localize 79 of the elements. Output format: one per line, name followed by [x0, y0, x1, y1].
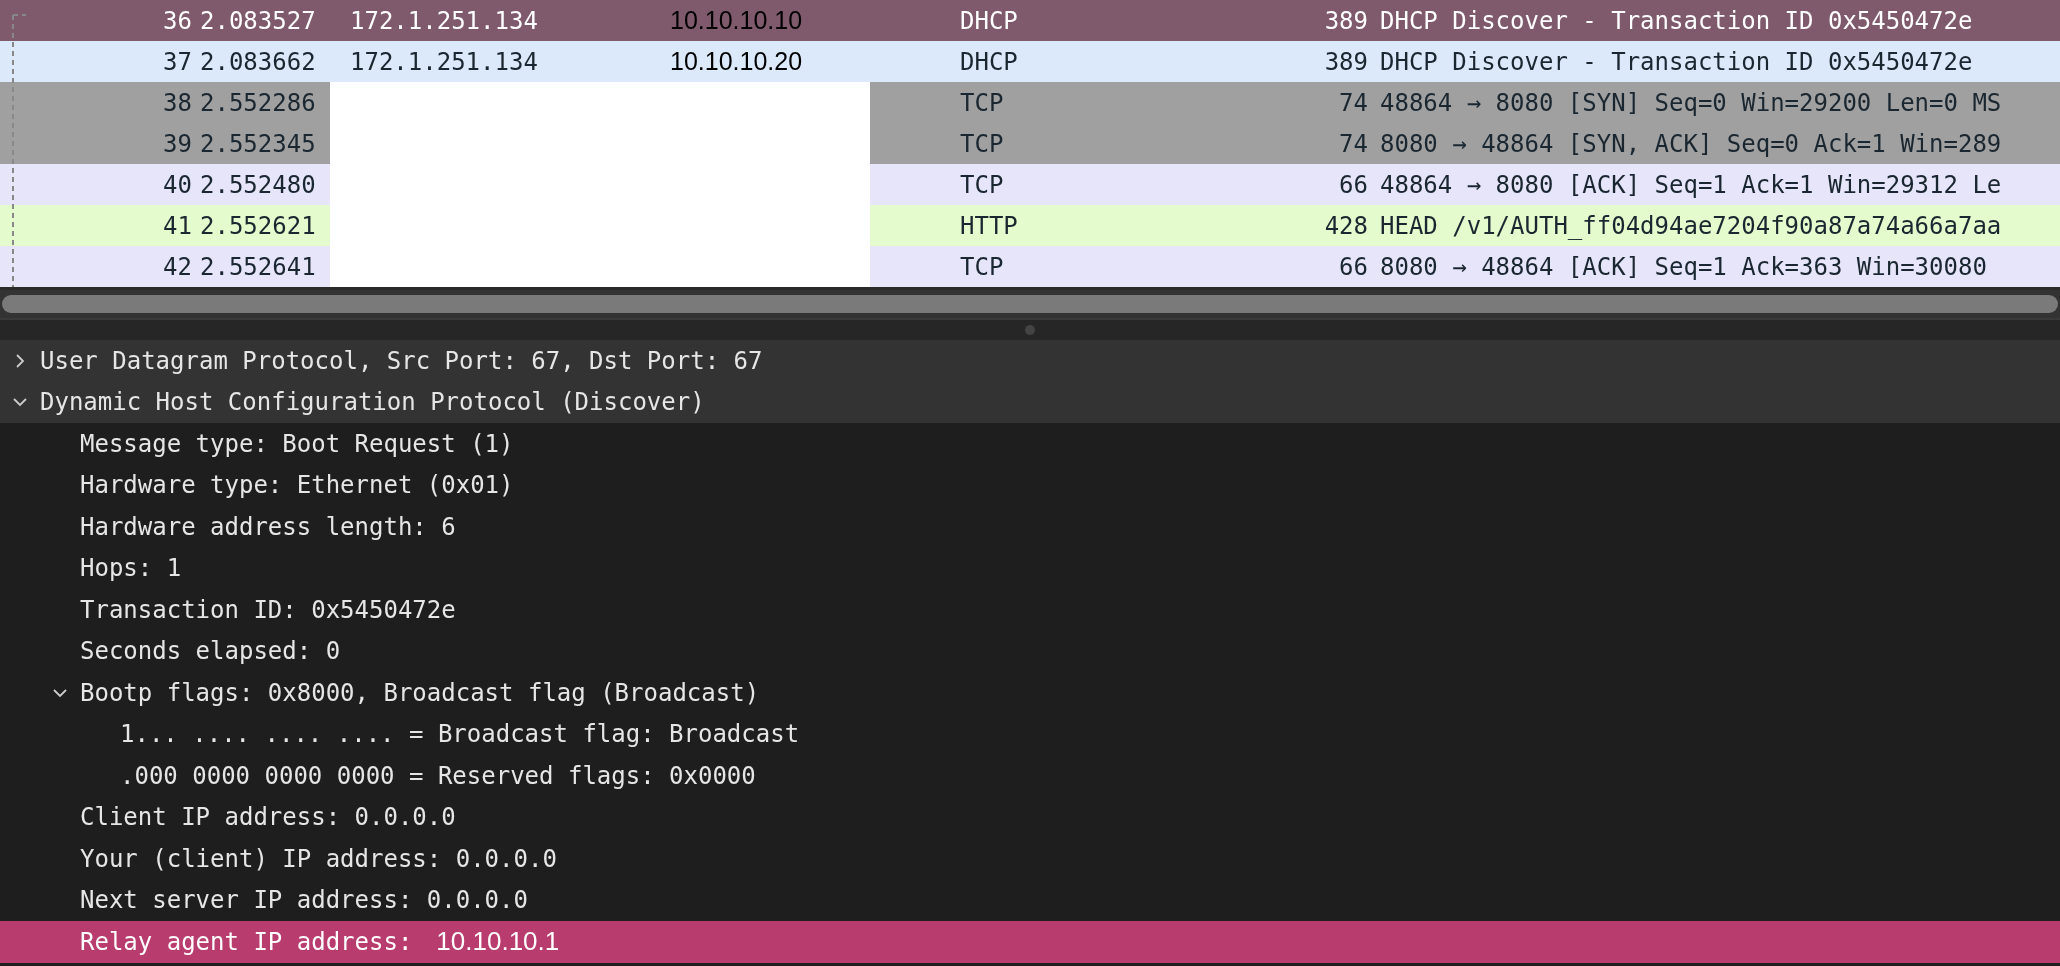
- detail-field: Relay agent IP address:: [80, 927, 413, 956]
- detail-field: Your (client) IP address: 0.0.0.0: [80, 844, 557, 873]
- detail-row[interactable]: Seconds elapsed: 0: [0, 630, 2060, 672]
- packet-length: 74: [1338, 88, 1369, 117]
- packet-row[interactable]: 36 2.083527 172.1.251.134 10.10.10.10 DHCP 389 DHCP Discover - Transaction ID 0x5450472e: [0, 0, 2060, 41]
- packet-length: 389: [1323, 6, 1369, 35]
- packet-protocol: TCP: [960, 170, 1005, 199]
- packet-number: 41: [162, 211, 193, 240]
- detail-value: 10.10.10.1: [436, 926, 560, 958]
- packet-info: 48864 → 8080 [ACK] Seq=1 Ack=1 Win=29312 Le: [1380, 170, 2003, 199]
- packet-time: 2.552480: [200, 170, 317, 199]
- detail-row[interactable]: Your (client) IP address: 0.0.0.0: [0, 838, 2060, 880]
- packet-destination: 10.10.10.10: [670, 6, 803, 34]
- packet-row[interactable]: 39 2.552345 TCP 74 8080 → 48864 [SYN, ACK] Seq=0 Ack=1 Win=289: [0, 123, 2060, 164]
- detail-field: User Datagram Protocol, Src Port: 67, Dst Port: 67: [40, 346, 763, 375]
- packet-length: 428: [1323, 211, 1369, 240]
- detail-field: .000 0000 0000 0000 = Reserved flags: 0x0000: [120, 761, 756, 790]
- packet-destination: 10.10.10.20: [670, 47, 803, 75]
- scrollbar-thumb[interactable]: [2, 295, 2058, 313]
- packet-info: 48864 → 8080 [SYN] Seq=0 Win=29200 Len=0 MS: [1380, 88, 2003, 117]
- detail-field: Message type: Boot Request (1): [80, 429, 514, 458]
- detail-field: Hardware address length: 6: [80, 512, 456, 541]
- detail-row[interactable]: Hardware address length: 6: [0, 506, 2060, 548]
- packet-protocol: TCP: [960, 129, 1005, 158]
- detail-field: Dynamic Host Configuration Protocol (Discover): [40, 388, 705, 417]
- detail-field: Hardware type: Ethernet (0x01): [80, 471, 514, 500]
- packet-row[interactable]: 41 2.552621 HTTP 428 HEAD /v1/AUTH_ff04d94ae7204f90a87a74a66a7aa: [0, 205, 2060, 246]
- packet-info: HEAD /v1/AUTH_ff04d94ae7204f90a87a74a66a7aa: [1380, 211, 2003, 240]
- packet-protocol: TCP: [960, 88, 1005, 117]
- packet-info: DHCP Discover - Transaction ID 0x5450472e: [1380, 6, 1974, 35]
- detail-field: Next server IP address: 0.0.0.0: [80, 886, 528, 915]
- packet-info: 8080 → 48864 [ACK] Seq=1 Ack=363 Win=30080: [1380, 252, 1988, 281]
- packet-source: 172.1.251.134: [350, 6, 538, 35]
- packet-number: 39: [162, 129, 193, 158]
- detail-field: Transaction ID: 0x5450472e: [80, 595, 456, 624]
- packet-row[interactable]: 40 2.552480 TCP 66 48864 → 8080 [ACK] Seq=1 Ack=1 Win=29312 Le: [0, 164, 2060, 205]
- packet-info: 8080 → 48864 [SYN, ACK] Seq=0 Ack=1 Win=289: [1380, 129, 2003, 158]
- packet-time: 2.083527: [200, 6, 317, 35]
- detail-row[interactable]: User Datagram Protocol, Src Port: 67, Dst Port: 67: [0, 340, 2060, 382]
- detail-field: 1... .... .... .... = Broadcast flag: Broadcast: [120, 720, 800, 749]
- packet-number: 40: [162, 170, 193, 199]
- packet-time: 2.083662: [200, 47, 317, 76]
- packet-protocol: DHCP: [960, 47, 1019, 76]
- packet-time: 2.552345: [200, 129, 317, 158]
- packet-protocol: HTTP: [960, 211, 1019, 240]
- detail-row[interactable]: Next server IP address: 0.0.0.0: [0, 879, 2060, 921]
- packet-row[interactable]: 38 2.552286 TCP 74 48864 → 8080 [SYN] Seq=0 Win=29200 Len=0 MS: [0, 82, 2060, 123]
- packet-length: 66: [1338, 170, 1369, 199]
- packet-length: 66: [1338, 252, 1369, 281]
- detail-field: Hops: 1: [80, 554, 182, 583]
- detail-row[interactable]: Relay agent IP address: 10.10.10.1: [0, 921, 2060, 963]
- packet-row[interactable]: 37 2.083662 172.1.251.134 10.10.10.20 DHCP 389 DHCP Discover - Transaction ID 0x5450472e: [0, 41, 2060, 82]
- packet-time: 2.552286: [200, 88, 317, 117]
- packet-row[interactable]: 42 2.552641 TCP 66 8080 → 48864 [ACK] Seq=1 Ack=363 Win=30080: [0, 246, 2060, 287]
- detail-row[interactable]: Client IP address: 0.0.0.0: [0, 796, 2060, 838]
- packet-number: 37: [162, 47, 193, 76]
- detail-field: Client IP address: 0.0.0.0: [80, 803, 456, 832]
- detail-row[interactable]: Transaction ID: 0x5450472e: [0, 589, 2060, 631]
- detail-row[interactable]: .000 0000 0000 0000 = Reserved flags: 0x0000: [0, 755, 2060, 797]
- detail-field: Seconds elapsed: 0: [80, 637, 341, 666]
- splitter-handle[interactable]: [1025, 325, 1035, 335]
- packet-protocol: TCP: [960, 252, 1005, 281]
- detail-row[interactable]: Message type: Boot Request (1): [0, 423, 2060, 465]
- detail-row[interactable]: Bootp flags: 0x8000, Broadcast flag (Broadcast): [0, 672, 2060, 714]
- packet-time: 2.552641: [200, 252, 317, 281]
- packet-number: 42: [162, 252, 193, 281]
- detail-row[interactable]: Dynamic Host Configuration Protocol (Discover): [0, 381, 2060, 423]
- packet-source: 172.1.251.134: [350, 47, 538, 76]
- detail-row[interactable]: 1... .... .... .... = Broadcast flag: Broadcast: [0, 713, 2060, 755]
- packet-protocol: DHCP: [960, 6, 1019, 35]
- packet-time: 2.552621: [200, 211, 317, 240]
- packet-number: 36: [162, 6, 193, 35]
- packet-info: DHCP Discover - Transaction ID 0x5450472e: [1380, 47, 1974, 76]
- detail-row[interactable]: Hops: 1: [0, 547, 2060, 589]
- packet-length: 74: [1338, 129, 1369, 158]
- packet-number: 38: [162, 88, 193, 117]
- detail-row[interactable]: Hardware type: Ethernet (0x01): [0, 464, 2060, 506]
- packet-length: 389: [1323, 47, 1369, 76]
- detail-field: Bootp flags: 0x8000, Broadcast flag (Broadcast): [80, 678, 760, 707]
